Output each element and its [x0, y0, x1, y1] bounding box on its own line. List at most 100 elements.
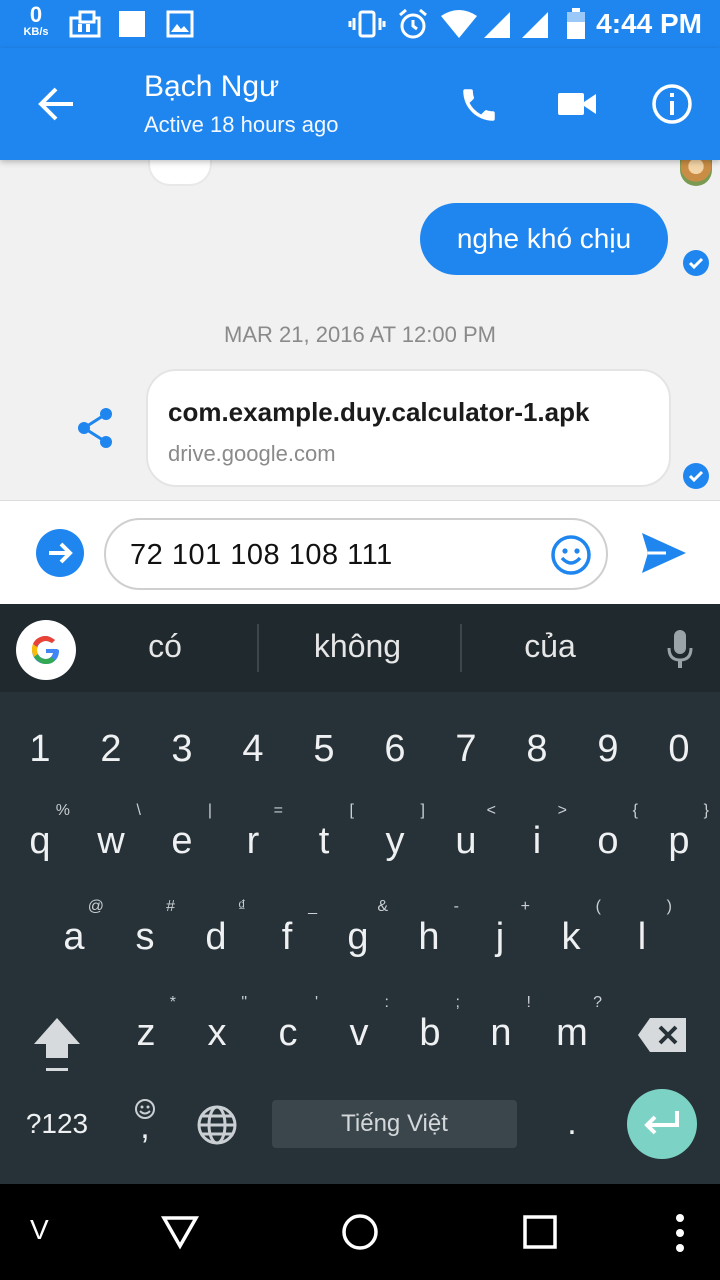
clock: 4:44 PM — [596, 8, 702, 39]
expand-arrow-icon[interactable] — [36, 529, 84, 577]
number-key[interactable]: 4 — [217, 728, 289, 771]
suggestion-divider — [460, 624, 462, 672]
key-hint: # — [166, 898, 175, 915]
number-key[interactable]: 5 — [288, 728, 360, 771]
contact-avatar[interactable] — [680, 160, 712, 186]
back-triangle-icon[interactable] — [160, 1214, 200, 1250]
key-letter: e — [171, 820, 193, 862]
letter-key-x[interactable]: " x — [181, 994, 253, 1058]
space-bar[interactable]: Tiếng Việt — [272, 1100, 517, 1148]
number-key[interactable]: 7 — [430, 728, 502, 771]
letter-key-e[interactable]: | e — [146, 802, 218, 866]
video-call-icon[interactable] — [556, 88, 598, 120]
key-letter: g — [347, 916, 369, 958]
key-letter: y — [385, 820, 405, 862]
send-icon[interactable] — [640, 531, 688, 575]
number-key[interactable]: 6 — [359, 728, 431, 771]
info-icon[interactable] — [650, 82, 694, 126]
letter-key-j[interactable]: + j — [464, 898, 536, 962]
letter-key-f[interactable]: _ f — [251, 898, 323, 962]
letter-key-v[interactable]: :v — [323, 994, 395, 1058]
emoji-icon[interactable] — [550, 534, 592, 576]
number-key[interactable]: 8 — [501, 728, 573, 771]
letter-key-l[interactable]: ) l — [606, 898, 678, 962]
letter-key-o[interactable]: {o — [572, 802, 644, 866]
number-key[interactable]: 0 — [643, 728, 715, 771]
message-list[interactable]: nghe khó chịu MAR 21, 2016 AT 12:00 PM c… — [0, 160, 720, 500]
signal-icon-2 — [522, 12, 548, 38]
key-letter: s — [135, 916, 155, 958]
symbols-key[interactable]: ?123 — [14, 1104, 100, 1148]
letter-key-s[interactable]: # s — [109, 898, 181, 962]
period-key[interactable]: . — [548, 1104, 596, 1148]
key-hint: = — [273, 802, 283, 819]
emoji-comma-key[interactable]: , — [116, 1092, 174, 1152]
shift-icon[interactable] — [30, 1014, 84, 1074]
letter-key-y[interactable]: ] y — [359, 802, 431, 866]
key-hint: } — [703, 802, 709, 819]
key-hint: < — [486, 802, 496, 819]
backspace-icon[interactable] — [636, 1016, 688, 1054]
letter-key-h[interactable]: -h — [393, 898, 465, 962]
number-key[interactable]: 1 — [4, 728, 76, 771]
letter-key-b[interactable]: ; b — [394, 994, 466, 1058]
suggestion-strip: có không của — [0, 604, 720, 692]
key-hint: ! — [526, 994, 531, 1011]
comma-key-label: , — [140, 1108, 150, 1146]
key-letter: p — [668, 820, 690, 862]
number-key[interactable]: 3 — [146, 728, 218, 771]
key-letter: z — [136, 1012, 156, 1054]
letter-key-n[interactable]: ! n — [465, 994, 537, 1058]
message-input-value: 72 101 108 108 111 — [130, 539, 393, 571]
phone-call-icon[interactable] — [458, 84, 500, 126]
battery-icon — [567, 8, 585, 39]
key-hint: : — [384, 994, 389, 1011]
seen-check-icon — [683, 250, 709, 276]
number-key[interactable]: 9 — [572, 728, 644, 771]
letter-key-m[interactable]: ? m — [536, 994, 608, 1058]
letter-key-u[interactable]: < u — [430, 802, 502, 866]
message-input[interactable]: 72 101 108 108 111 — [104, 518, 608, 590]
enter-key[interactable] — [627, 1089, 697, 1159]
globe-icon[interactable] — [196, 1104, 238, 1146]
letter-key-z[interactable]: * z — [110, 994, 182, 1058]
letter-key-r[interactable]: = r — [217, 802, 289, 866]
shared-link-card[interactable]: com.example.duy.calculator-1.apk drive.g… — [146, 369, 671, 487]
letter-key-i[interactable]: > i — [501, 802, 573, 866]
suggestion-3[interactable]: của — [490, 628, 610, 665]
key-hint: | — [207, 802, 212, 819]
alarm-icon — [399, 8, 427, 39]
letter-key-d[interactable]: ₫ d — [180, 898, 252, 962]
letter-key-c[interactable]: ' c — [252, 994, 324, 1058]
letter-key-p[interactable]: } p — [643, 802, 715, 866]
smiley-sticker-icon — [158, 160, 202, 168]
contact-name[interactable]: Bạch Ngư — [144, 70, 279, 104]
letter-key-g[interactable]: & g — [322, 898, 394, 962]
more-options-icon[interactable] — [672, 1212, 688, 1254]
suggestion-2[interactable]: không — [285, 628, 430, 665]
key-letter: v — [349, 1012, 369, 1054]
share-icon[interactable] — [76, 406, 116, 450]
received-sticker-bubble[interactable] — [148, 160, 212, 186]
key-hint: & — [377, 898, 388, 915]
letter-key-t[interactable]: [t — [288, 802, 360, 866]
outgoing-message-bubble[interactable]: nghe khó chịu — [420, 203, 668, 275]
key-letter: c — [278, 1012, 298, 1054]
key-hint: ] — [420, 802, 425, 819]
home-circle-icon[interactable] — [340, 1212, 380, 1252]
number-key[interactable]: 2 — [75, 728, 147, 771]
microphone-icon[interactable] — [664, 628, 696, 672]
letter-key-a[interactable]: @ a — [38, 898, 110, 962]
google-logo-icon[interactable] — [16, 620, 76, 680]
key-hint: " — [241, 994, 247, 1011]
back-arrow-icon[interactable] — [36, 86, 76, 122]
nav-left-label[interactable]: V — [30, 1214, 49, 1246]
key-hint: { — [632, 802, 638, 819]
suggestion-1[interactable]: có — [110, 628, 220, 665]
letter-key-w[interactable]: \ w — [75, 802, 147, 866]
recents-square-icon[interactable] — [522, 1214, 558, 1250]
letter-key-k[interactable]: (k — [535, 898, 607, 962]
conversation-header: Bạch Ngư Active 18 hours ago — [0, 48, 720, 160]
messenger-notification-icon — [69, 10, 101, 38]
letter-key-q[interactable]: % q — [4, 802, 76, 866]
